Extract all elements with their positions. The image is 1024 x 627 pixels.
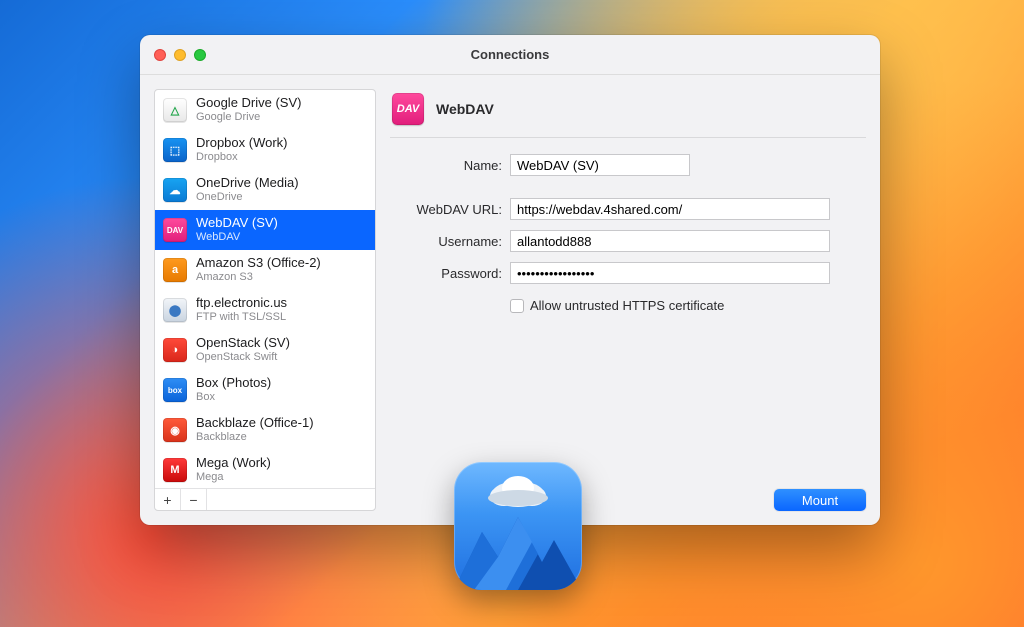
- sidebar-item[interactable]: ◑ OpenStack (SV)OpenStack Swift: [155, 330, 375, 370]
- sidebar-item[interactable]: ⬚ Dropbox (Work)Dropbox: [155, 130, 375, 170]
- connection-name: Mega (Work): [196, 456, 271, 471]
- service-icon: ⬤: [163, 298, 187, 322]
- detail-header-title: WebDAV: [436, 101, 494, 117]
- detail-panel: DAV WebDAV Name: WebDAV URL: Username: P…: [390, 89, 866, 511]
- allow-untrusted-label: Allow untrusted HTTPS certificate: [530, 298, 724, 313]
- connection-name: Backblaze (Office-1): [196, 416, 314, 431]
- connection-type: Amazon S3: [196, 271, 321, 284]
- service-icon: box: [163, 378, 187, 402]
- connection-type: OneDrive: [196, 191, 299, 204]
- service-icon: ◑: [163, 338, 187, 362]
- window-title: Connections: [140, 47, 880, 62]
- url-label: WebDAV URL:: [390, 202, 502, 217]
- connection-type: Mega: [196, 471, 271, 484]
- connection-type: Google Drive: [196, 111, 301, 124]
- sidebar-item[interactable]: ◉ Backblaze (Office-1)Backblaze: [155, 410, 375, 450]
- connection-name: Amazon S3 (Office-2): [196, 256, 321, 271]
- name-label: Name:: [390, 158, 502, 173]
- webdav-url-field[interactable]: [510, 198, 830, 220]
- cloudmounter-app-icon: [454, 462, 582, 590]
- connection-type: Dropbox: [196, 151, 288, 164]
- connection-name: ftp.electronic.us: [196, 296, 287, 311]
- connection-name: Google Drive (SV): [196, 96, 301, 111]
- connection-name: OneDrive (Media): [196, 176, 299, 191]
- connection-type: FTP with TSL/SSL: [196, 311, 287, 324]
- sidebar-item[interactable]: DAV WebDAV (SV)WebDAV: [155, 210, 375, 250]
- titlebar: Connections: [140, 35, 880, 75]
- connection-name: Box (Photos): [196, 376, 271, 391]
- remove-connection-button[interactable]: −: [181, 489, 207, 510]
- sidebar-item[interactable]: box Box (Photos)Box: [155, 370, 375, 410]
- allow-untrusted-checkbox[interactable]: [510, 299, 524, 313]
- service-icon: ⬚: [163, 138, 187, 162]
- service-icon: △: [163, 98, 187, 122]
- connection-name: Dropbox (Work): [196, 136, 288, 151]
- service-icon: M: [163, 458, 187, 482]
- password-label: Password:: [390, 266, 502, 281]
- connection-type: OpenStack Swift: [196, 351, 290, 364]
- name-field[interactable]: [510, 154, 690, 176]
- sidebar-item[interactable]: ⬤ ftp.electronic.usFTP with TSL/SSL: [155, 290, 375, 330]
- username-label: Username:: [390, 234, 502, 249]
- sidebar-item[interactable]: △ Google Drive (SV)Google Drive: [155, 90, 375, 130]
- sidebar-item[interactable]: ☁ OneDrive (Media)OneDrive: [155, 170, 375, 210]
- connections-window: Connections △ Google Drive (SV)Google Dri…: [140, 35, 880, 525]
- connection-name: WebDAV (SV): [196, 216, 278, 231]
- password-field[interactable]: [510, 262, 830, 284]
- connection-type: Backblaze: [196, 431, 314, 444]
- service-icon: DAV: [163, 218, 187, 242]
- connections-sidebar: △ Google Drive (SV)Google Drive ⬚ Dropbox (…: [154, 89, 376, 511]
- sidebar-item[interactable]: M Mega (Work)Mega: [155, 450, 375, 488]
- username-field[interactable]: [510, 230, 830, 252]
- connection-type: WebDAV: [196, 231, 278, 244]
- service-icon: ◉: [163, 418, 187, 442]
- mount-button[interactable]: Mount: [774, 489, 866, 511]
- connection-name: OpenStack (SV): [196, 336, 290, 351]
- webdav-icon: DAV: [392, 93, 424, 125]
- connection-type: Box: [196, 391, 271, 404]
- service-icon: a: [163, 258, 187, 282]
- add-connection-button[interactable]: +: [155, 489, 181, 510]
- service-icon: ☁: [163, 178, 187, 202]
- sidebar-item[interactable]: a Amazon S3 (Office-2)Amazon S3: [155, 250, 375, 290]
